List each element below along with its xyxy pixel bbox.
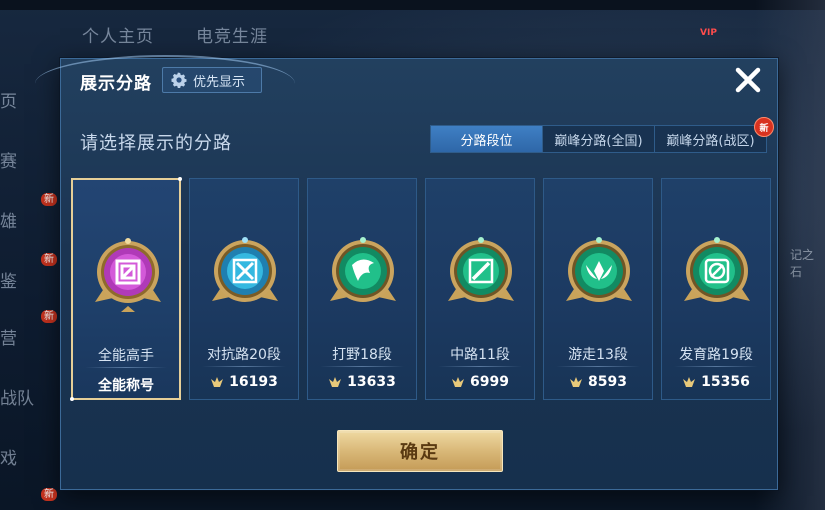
- new-badge: 新: [41, 253, 57, 266]
- new-badge: 新: [41, 193, 57, 206]
- rank-points-icon: [211, 377, 224, 387]
- tab-peak-region[interactable]: 巅峰分路(战区) 新: [654, 117, 774, 152]
- lane-card-jungle[interactable]: 打野18段 13633: [307, 178, 417, 400]
- lane-name: 发育路19段: [679, 347, 753, 363]
- all-round-badge-icon: [95, 238, 161, 312]
- roam-badge-icon: [566, 237, 632, 302]
- lane-name: 全能高手: [98, 348, 154, 364]
- lane-points: 6999: [470, 374, 509, 390]
- tab-label: 巅峰分路(全国): [554, 133, 643, 149]
- card-divider: [202, 366, 286, 367]
- dialog-header: 展示分路 优先显示: [35, 55, 777, 103]
- dialog-subtitle: 请选择展示的分路: [80, 133, 232, 154]
- rank-points-icon: [683, 377, 696, 387]
- priority-display-label: 优先显示: [193, 74, 246, 90]
- vip-label: VIP: [700, 28, 717, 38]
- new-badge: 新: [41, 488, 57, 501]
- card-divider: [556, 366, 640, 367]
- top-status-bar: [0, 0, 825, 10]
- corner-dot: [178, 177, 182, 181]
- lane-points: 8593: [588, 374, 627, 390]
- jungle-badge-icon: [330, 237, 396, 302]
- lane-card-all-round[interactable]: 全能高手 全能称号: [70, 177, 182, 401]
- sidebar-item: 页: [0, 92, 17, 112]
- lane-score: 16193: [190, 374, 298, 390]
- background-tab-esports: 电竞生涯: [196, 27, 268, 47]
- sidebar-item: 营: [0, 329, 17, 349]
- background-tab-profile: 个人主页: [82, 27, 154, 47]
- lane-points: 15356: [701, 374, 750, 390]
- priority-display-button[interactable]: 优先显示: [162, 67, 262, 93]
- card-divider: [320, 366, 404, 367]
- lane-name: 中路11段: [450, 347, 510, 363]
- close-icon[interactable]: [733, 65, 763, 95]
- lane-score: 8593: [544, 374, 652, 390]
- lane-score: 6999: [426, 374, 534, 390]
- lane-name: 对抗路20段: [207, 347, 281, 363]
- lane-title-value: 全能称号: [98, 378, 154, 394]
- gear-icon: [171, 72, 187, 88]
- new-badge: 新: [754, 117, 774, 137]
- background-side-text: 记之石: [790, 248, 815, 279]
- tab-label: 巅峰分路(战区): [666, 133, 755, 149]
- new-badge: 新: [41, 310, 57, 323]
- lane-display-dialog: 展示分路 优先显示 请选择展示的分路 分路段位 巅峰分路(全国) 巅峰分路(战区…: [35, 55, 778, 490]
- tab-lane-rank[interactable]: 分路段位: [431, 126, 542, 152]
- sidebar-item: 战队: [0, 389, 34, 409]
- lane-score: 全能称号: [73, 375, 179, 395]
- farm-lane-badge-icon: [684, 237, 750, 302]
- mid-lane-badge-icon: [448, 237, 514, 302]
- sidebar-item: 戏: [0, 449, 17, 469]
- rank-points-icon: [329, 377, 342, 387]
- lane-name: 打野18段: [332, 347, 392, 363]
- tab-label: 分路段位: [460, 133, 513, 149]
- rank-points-icon: [452, 377, 465, 387]
- lane-name: 游走13段: [568, 347, 628, 363]
- lane-card-clash[interactable]: 对抗路20段 16193: [189, 178, 299, 400]
- card-divider: [85, 367, 167, 368]
- rank-points-icon: [570, 377, 583, 387]
- lane-points: 16193: [229, 374, 278, 390]
- confirm-button[interactable]: 确定: [337, 430, 503, 472]
- card-divider: [674, 366, 758, 367]
- lane-mode-tabs: 分路段位 巅峰分路(全国) 巅峰分路(战区) 新: [430, 117, 774, 153]
- background-tabs: 个人主页 电竞生涯: [82, 22, 268, 47]
- sidebar-item: 赛: [0, 152, 17, 172]
- sidebar-item: 雄: [0, 212, 17, 232]
- lane-card-mid[interactable]: 中路11段 6999: [425, 178, 535, 400]
- dialog-title: 展示分路: [80, 74, 152, 94]
- background-sidebar: 页 赛 新 雄 新 鉴 新 营 战队 戏 新: [0, 60, 57, 510]
- sidebar-item: 鉴: [0, 272, 17, 292]
- lane-score: 13633: [308, 374, 416, 390]
- tab-peak-national[interactable]: 巅峰分路(全国): [542, 126, 654, 152]
- clash-lane-badge-icon: [212, 237, 278, 302]
- card-divider: [438, 366, 522, 367]
- corner-dot: [70, 397, 74, 401]
- lane-card-farm[interactable]: 发育路19段 15356: [661, 178, 771, 400]
- lane-score: 15356: [662, 374, 770, 390]
- lane-card-roam[interactable]: 游走13段 8593: [543, 178, 653, 400]
- lane-points: 13633: [347, 374, 396, 390]
